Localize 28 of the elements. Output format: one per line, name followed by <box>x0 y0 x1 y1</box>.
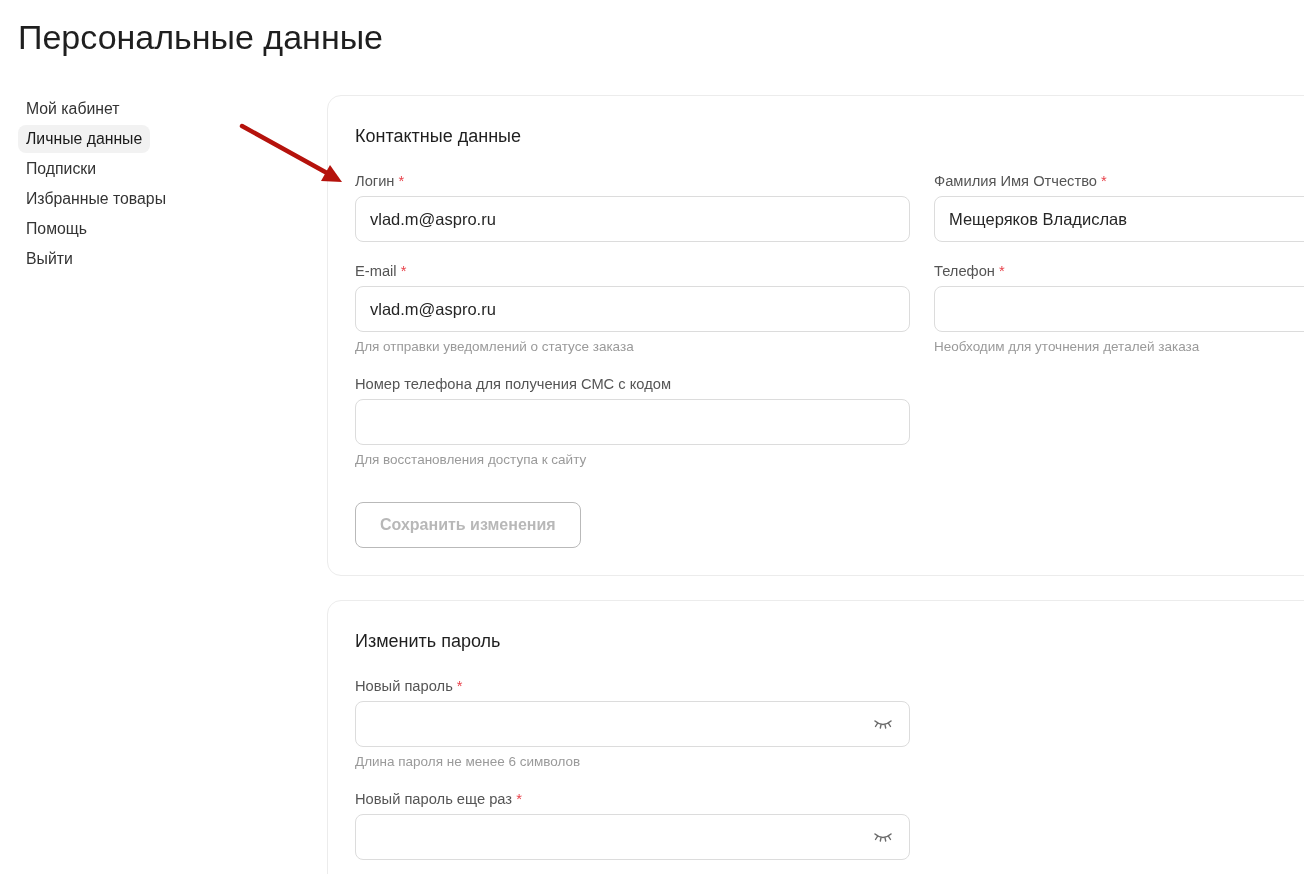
field-hint: Для отправки уведомлений о статусе заказа <box>355 339 635 355</box>
password-field[interactable] <box>355 701 910 747</box>
password-field[interactable] <box>355 814 910 860</box>
sidebar-item[interactable]: Выйти <box>18 245 81 273</box>
text-field[interactable]: vlad.m@aspro.ru <box>355 286 910 332</box>
section-title: Изменить пароль <box>355 630 502 652</box>
text-field[interactable]: vlad.m@aspro.ru <box>355 196 910 242</box>
field-label: Номер телефона для получения СМС с кодом <box>355 375 672 393</box>
closed-eye-icon[interactable] <box>874 719 892 729</box>
field-hint: Для восстановления доступа к сайту <box>355 452 588 468</box>
closed-eye-icon[interactable] <box>874 832 892 842</box>
text-field[interactable]: Мещеряков Владислав <box>934 196 1304 242</box>
field-label: Фамилия Имя Отчество * <box>934 172 1108 190</box>
text-field[interactable] <box>355 399 910 445</box>
sidebar-item[interactable]: Подписки <box>18 155 105 183</box>
page-title: Персональные данные <box>18 17 384 57</box>
field-label: Логин * <box>355 172 406 190</box>
sidebar-item[interactable]: Помощь <box>18 215 95 243</box>
field-hint: Длина пароля не менее 6 символов <box>355 754 582 770</box>
sidebar-item[interactable]: Личные данные <box>18 125 151 153</box>
sidebar-item[interactable]: Избранные товары <box>18 185 174 213</box>
field-label: Новый пароль * <box>355 677 464 695</box>
field-label: E-mail * <box>355 262 408 280</box>
field-label: Новый пароль еще раз * <box>355 790 523 808</box>
field-hint: Необходим для уточнения деталей заказа <box>934 339 1201 355</box>
sidebar-item[interactable]: Мой кабинет <box>18 95 128 123</box>
section-title: Контактные данные <box>355 125 523 147</box>
field-label: Телефон * <box>934 262 1006 280</box>
